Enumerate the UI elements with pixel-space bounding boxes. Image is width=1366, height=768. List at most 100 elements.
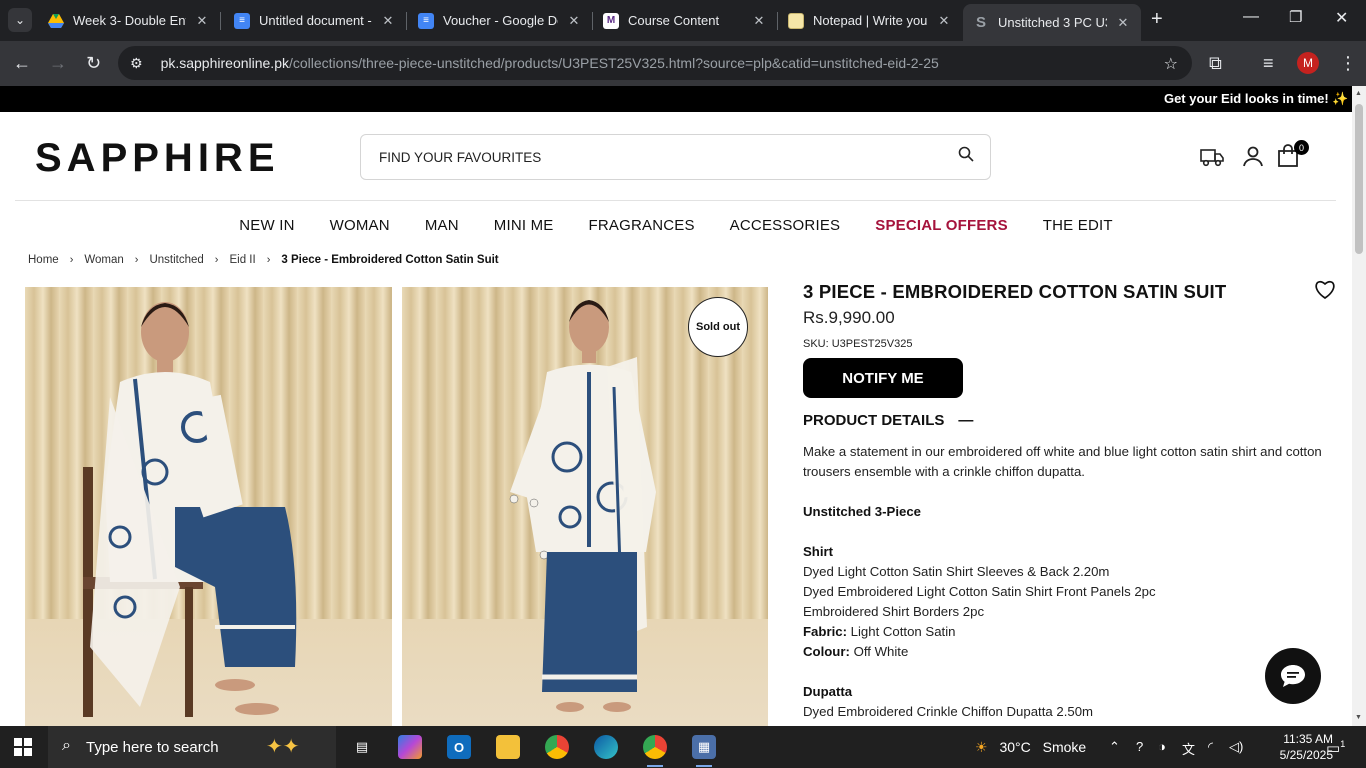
product-sku: SKU: U3PEST25V325 [803,338,913,350]
nav-fragrances[interactable]: FRAGRANCES [588,217,694,234]
close-icon[interactable]: ✕ [936,13,952,29]
tab-untitled-document[interactable]: ≡ Untitled document - G ✕ [224,4,407,37]
chevron-right-icon: › [134,254,139,266]
url-text[interactable]: pk.sapphireonline.pk/collections/three-p… [161,55,939,71]
nav-mini-me[interactable]: MINI ME [494,217,554,234]
nav-man[interactable]: MAN [425,217,459,234]
language-icon[interactable]: 文 [1182,739,1195,758]
product-title: 3 PIECE - EMBROIDERED COTTON SATIN SUIT [803,281,1227,302]
delivery-truck-icon[interactable] [1199,144,1225,174]
close-icon[interactable]: ✕ [1115,15,1131,31]
product-price: Rs.9,990.00 [803,308,895,327]
back-icon[interactable]: ← [13,53,31,74]
tab-course-content[interactable]: M Course Content ✕ [593,4,778,37]
edge-icon[interactable] [594,735,618,759]
system-clock[interactable]: 11:35 AM 5/25/2025 [1259,731,1333,763]
restore-button[interactable]: ❐ [1289,8,1302,26]
close-icon[interactable]: ✕ [751,13,767,29]
colour-value: Off White [853,644,909,659]
announcement-bar: Get your Eid looks in time! ✨ F [0,86,1352,112]
new-tab-button[interactable]: + [1151,8,1163,31]
copilot-icon[interactable] [398,735,422,759]
fabric-label: Fabric: [803,624,847,639]
shirt-heading: Shirt [803,544,834,559]
dupatta-heading: Dupatta [803,684,853,699]
chevron-right-icon: › [69,254,74,266]
breadcrumb-unstitched[interactable]: Unstitched [149,254,203,266]
nav-special-offers[interactable]: SPECIAL OFFERS [875,217,1008,234]
outlook-icon[interactable]: O [447,735,471,759]
shirt-line: Embroidered Shirt Borders 2pc [803,604,985,619]
google-drive-icon [48,13,64,29]
file-explorer-icon[interactable] [496,735,520,759]
menu-kebab-icon[interactable]: ⋮ [1339,53,1357,74]
shirt-line: Dyed Light Cotton Satin Shirt Sleeves & … [803,564,1110,579]
reload-icon[interactable]: ↻ [86,53,101,74]
web-page: Get your Eid looks in time! ✨ F SAPPHIRE… [0,86,1352,726]
cart-count-badge: 0 [1294,140,1309,155]
extensions-icon[interactable]: ⧉ [1209,53,1222,74]
scrollbar-thumb[interactable] [1355,104,1363,254]
google-docs-icon: ≡ [234,12,250,29]
remote-desktop-icon[interactable]: ▦ [692,735,716,767]
nav-new-in[interactable]: NEW IN [239,217,294,234]
tab-week3[interactable]: Week 3- Double Entry ✕ [38,4,221,37]
nav-accessories[interactable]: ACCESSORIES [730,217,841,234]
shield-icon[interactable]: ◑ [1158,739,1166,754]
notification-center-icon[interactable]: ▭1 [1326,739,1345,757]
breadcrumb-eid-ii[interactable]: Eid II [229,254,255,266]
page-scrollbar[interactable]: ▲ ▼ [1352,86,1366,726]
close-icon[interactable]: ✕ [566,13,582,29]
shirt-line: Dyed Embroidered Light Cotton Satin Shir… [803,584,1156,599]
chrome-icon[interactable] [545,735,569,759]
browser-tab-strip: ⌄ Week 3- Double Entry ✕ ≡ Untitled docu… [0,0,1366,41]
breadcrumb-woman[interactable]: Woman [84,254,123,266]
sparkle-icon: ✦✦ [266,736,300,758]
product-details-toggle[interactable]: PRODUCT DETAILS — [803,412,973,429]
scroll-down-arrow[interactable]: ▼ [1355,714,1362,721]
collapse-icon: — [958,412,974,429]
breadcrumb-current: 3 Piece - Embroidered Cotton Satin Suit [281,254,499,266]
windows-start-icon[interactable] [14,738,32,756]
close-window-button[interactable]: ✕ [1335,8,1348,28]
chrome-profile-icon[interactable] [643,735,667,767]
address-bar[interactable]: ⚙ pk.sapphireonline.pk/collections/three… [118,46,1192,80]
breadcrumb-home[interactable]: Home [28,254,59,266]
site-info-icon[interactable]: ⚙ [130,55,143,72]
notify-me-button[interactable]: NOTIFY ME [803,358,963,398]
nav-woman[interactable]: WOMAN [330,217,390,234]
volume-icon[interactable]: ◁) [1229,739,1243,755]
nav-the-edit[interactable]: THE EDIT [1043,217,1113,234]
search-input[interactable]: FIND YOUR FAVOURITES [360,134,991,180]
media-control-icon[interactable]: ≡ [1263,53,1274,74]
help-icon[interactable]: ? [1136,739,1143,754]
profile-avatar[interactable]: M [1297,52,1319,74]
scroll-up-arrow[interactable]: ▲ [1355,90,1362,97]
bookmark-star-icon[interactable]: ☆ [1164,54,1178,74]
weather-widget[interactable]: ☀ 30°C Smoke [975,739,1086,756]
notepad-icon [788,12,804,29]
model-seated-illustration [83,302,297,717]
taskbar-search-input[interactable]: ⌕ Type here to search ✦✦ [48,726,336,768]
wishlist-heart-icon[interactable] [1314,280,1336,306]
product-image-1[interactable] [25,287,392,726]
account-icon[interactable] [1241,144,1265,174]
chat-button[interactable] [1265,648,1321,704]
close-icon[interactable]: ✕ [194,13,210,29]
course-icon: M [603,12,619,29]
sold-out-badge: Sold out [688,297,748,357]
tab-unstitched-active[interactable]: S Unstitched 3 PC U3PE ✕ [963,4,1141,41]
close-icon[interactable]: ✕ [380,13,396,29]
minimize-button[interactable]: — [1243,8,1259,26]
tab-search-button[interactable]: ⌄ [8,8,32,32]
site-logo[interactable]: SAPPHIRE [35,136,280,181]
tab-notepad[interactable]: Notepad | Write your ✕ [778,4,962,37]
search-icon[interactable] [958,146,974,167]
tab-voucher[interactable]: ≡ Voucher - Google Do ✕ [408,4,593,37]
set-type: Unstitched 3-Piece [803,504,921,519]
tray-chevron-up-icon[interactable]: ⌃ [1109,739,1120,755]
wifi-icon[interactable]: ◜ [1208,739,1213,755]
windows-taskbar: ⌕ Type here to search ✦✦ ▤ O ▦ ☀ 30°C Sm… [0,726,1366,768]
task-view-icon[interactable]: ▤ [350,735,374,759]
forward-icon[interactable]: → [49,53,67,74]
